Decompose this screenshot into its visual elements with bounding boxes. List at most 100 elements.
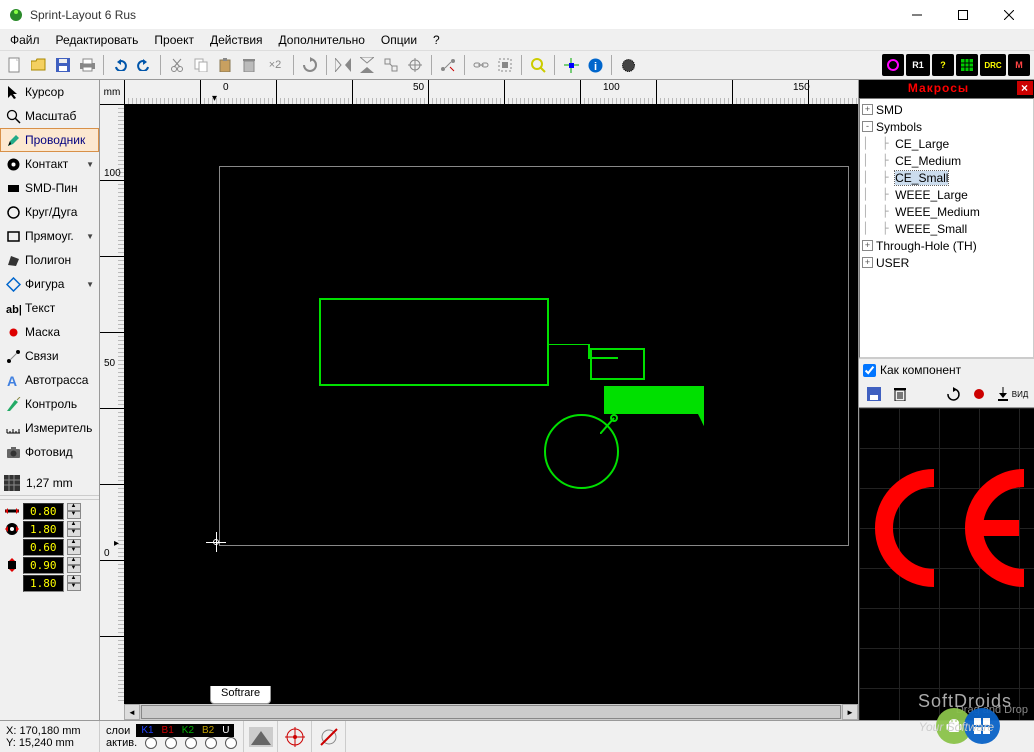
duplicate-button[interactable]: ×2: [262, 54, 288, 76]
smd-w-value[interactable]: 0.90: [23, 557, 64, 574]
pad-inner-spinner[interactable]: ▲▼: [67, 539, 81, 555]
tree-node-weee-small[interactable]: │ ├ WEEE_Small: [862, 220, 1031, 237]
tool-circle[interactable]: Круг/Дуга: [0, 200, 99, 224]
tl-grid-button[interactable]: [956, 54, 978, 76]
tl-m-button[interactable]: M: [1008, 54, 1030, 76]
scroll-right-button[interactable]: ►: [842, 704, 858, 720]
layer-chip-b2[interactable]: B2: [199, 725, 217, 736]
layer-radio-k2[interactable]: [185, 737, 197, 749]
menu-действия[interactable]: Действия: [202, 31, 271, 49]
macro-place-button[interactable]: ВИД: [994, 383, 1030, 405]
macro-save-button[interactable]: [863, 383, 885, 405]
track-width-spinner[interactable]: ▲▼: [67, 503, 81, 519]
tree-node-ce-small[interactable]: │ ├ CE_Small: [862, 169, 1031, 186]
hatch-button[interactable]: [617, 54, 639, 76]
rotate-button[interactable]: [299, 54, 321, 76]
smd-h-value[interactable]: 1.80: [23, 575, 64, 592]
info-button[interactable]: i: [584, 54, 606, 76]
cut-button[interactable]: [166, 54, 188, 76]
menu-?[interactable]: ?: [425, 31, 448, 49]
tree-node-symbols[interactable]: -Symbols: [862, 118, 1031, 135]
maximize-button[interactable]: [940, 0, 986, 30]
shape-rect-large[interactable]: [319, 298, 549, 386]
smd-w-spinner[interactable]: ▲▼: [67, 557, 81, 573]
layer-selector[interactable]: слои K1B1K2B2U актив.: [100, 721, 244, 752]
tool-mask[interactable]: Маска: [0, 320, 99, 344]
tl-q-button[interactable]: ?: [932, 54, 954, 76]
new-file-button[interactable]: [4, 54, 26, 76]
layer-radio-k1[interactable]: [145, 737, 157, 749]
open-file-button[interactable]: [28, 54, 50, 76]
tree-node-user[interactable]: +USER: [862, 254, 1031, 271]
tool-pad[interactable]: Контакт ▼: [0, 152, 99, 176]
layer-radio-b1[interactable]: [165, 737, 177, 749]
macro-close-button[interactable]: ×: [1017, 81, 1033, 95]
shape-circle-stub[interactable]: [600, 414, 620, 434]
save-button[interactable]: [52, 54, 74, 76]
tree-expander-icon[interactable]: +: [862, 104, 873, 115]
macro-tree[interactable]: +SMD-Symbols│ ├ CE_Large│ ├ CE_Medium│ ├…: [859, 98, 1034, 358]
tool-text[interactable]: ab| Текст: [0, 296, 99, 320]
tree-node-smd[interactable]: +SMD: [862, 101, 1031, 118]
tool-link[interactable]: Связи: [0, 344, 99, 368]
minimize-button[interactable]: [894, 0, 940, 30]
tree-node-ce-large[interactable]: │ ├ CE_Large: [862, 135, 1031, 152]
align-button[interactable]: [380, 54, 402, 76]
macro-preview[interactable]: Drag and Drop: [859, 407, 1034, 720]
undo-button[interactable]: [109, 54, 131, 76]
tree-expander-icon[interactable]: +: [862, 257, 873, 268]
track-width-value[interactable]: 0.80: [23, 503, 64, 520]
tl-r1-button[interactable]: R1: [906, 54, 930, 76]
layer-radio-b2[interactable]: [205, 737, 217, 749]
tree-node-through-hole-th-[interactable]: +Through-Hole (TH): [862, 237, 1031, 254]
tool-shape[interactable]: Фигура ▼: [0, 272, 99, 296]
tool-cursor[interactable]: Курсор: [0, 80, 99, 104]
tree-node-ce-medium[interactable]: │ ├ CE_Medium: [862, 152, 1031, 169]
board-tab[interactable]: Softrare: [210, 686, 271, 704]
tree-expander-icon[interactable]: -: [862, 121, 873, 132]
menu-проект[interactable]: Проект: [146, 31, 202, 49]
tool-track[interactable]: Проводник: [0, 128, 99, 152]
menu-редактировать[interactable]: Редактировать: [48, 31, 147, 49]
menu-файл[interactable]: Файл: [2, 31, 48, 49]
paste-button[interactable]: [214, 54, 236, 76]
scroll-left-button[interactable]: ◄: [124, 704, 140, 720]
pad-inner-value[interactable]: 0.60: [23, 539, 64, 556]
tool-autoroute[interactable]: A Автотрасса: [0, 368, 99, 392]
tree-expander-icon[interactable]: +: [862, 240, 873, 251]
layer-radio-u[interactable]: [225, 737, 237, 749]
group-button[interactable]: [494, 54, 516, 76]
redo-button[interactable]: [133, 54, 155, 76]
tool-zoom[interactable]: Масштаб: [0, 104, 99, 128]
zoom-button[interactable]: [527, 54, 549, 76]
layer-chip-k2[interactable]: K2: [179, 725, 197, 736]
shape-rect-small[interactable]: [590, 348, 645, 380]
as-component-checkbox[interactable]: [863, 364, 876, 377]
copy-button[interactable]: [190, 54, 212, 76]
status-btn-target[interactable]: [278, 721, 312, 752]
tool-smd[interactable]: SMD-Пин: [0, 176, 99, 200]
smd-h-spinner[interactable]: ▲▼: [67, 575, 81, 591]
macro-delete-button[interactable]: [889, 383, 911, 405]
tool-inspect[interactable]: Контроль: [0, 392, 99, 416]
menu-опции[interactable]: Опции: [373, 31, 425, 49]
link-button[interactable]: [470, 54, 492, 76]
layer-chip-b1[interactable]: B1: [159, 725, 177, 736]
tool-photo[interactable]: Фотовид: [0, 440, 99, 464]
pad-outer-value[interactable]: 1.80: [23, 521, 64, 538]
tool-polygon[interactable]: Полигон: [0, 248, 99, 272]
mirror-v-button[interactable]: [356, 54, 378, 76]
status-btn-no-target[interactable]: [312, 721, 346, 752]
layer-chip-k1[interactable]: K1: [138, 725, 156, 736]
layer-chip-u[interactable]: U: [219, 725, 232, 736]
pcb-canvas[interactable]: [124, 104, 858, 704]
grid-setting[interactable]: 1,27 mm: [0, 471, 99, 495]
macro-rotate-button[interactable]: [942, 383, 964, 405]
h-scrollbar[interactable]: ◄ ►: [124, 704, 858, 720]
mirror-h-button[interactable]: [332, 54, 354, 76]
remove-links-button[interactable]: [437, 54, 459, 76]
close-button[interactable]: [986, 0, 1032, 30]
pad-outer-spinner[interactable]: ▲▼: [67, 521, 81, 537]
origin-button[interactable]: [560, 54, 582, 76]
tool-measure[interactable]: Измеритель: [0, 416, 99, 440]
